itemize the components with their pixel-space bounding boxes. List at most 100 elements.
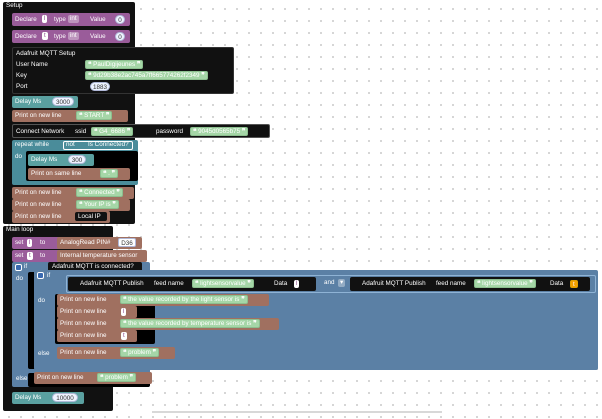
data-variable-t[interactable]: t	[570, 280, 578, 288]
password-string[interactable]: ❝ 9045d0565b75 ❞	[190, 127, 249, 136]
problem-string[interactable]: ❝ problem ❞	[97, 373, 137, 382]
do-label: do	[15, 153, 23, 160]
print-label: Print on new line	[37, 374, 84, 381]
and-dropdown-arrow[interactable]: ▾	[338, 279, 346, 287]
do-label: do	[38, 297, 46, 304]
type-dropdown[interactable]: int	[68, 15, 79, 23]
data-label: Data	[274, 280, 288, 287]
print-problem-block[interactable]: Print on new line ❝ problem ❞	[57, 347, 175, 359]
gear-icon[interactable]	[37, 272, 44, 279]
mqtt-setup-block[interactable]: Adafruit MQTT Setup User Name ❝ PaulDigi…	[12, 47, 234, 94]
password-label: password	[156, 128, 183, 135]
value-label: Value	[90, 33, 106, 40]
connect-network-block[interactable]: Connect Network ssid ❝ G4_6686 ❞ passwor…	[12, 124, 270, 138]
value-label: Value	[90, 16, 106, 23]
local-ip-label: Local IP	[78, 213, 101, 220]
feed-name-label: feed name	[154, 280, 184, 287]
if-label: if	[47, 272, 51, 279]
print-label: Print on new line	[15, 189, 62, 196]
print-start-string[interactable]: ❝ START ❞	[76, 111, 113, 120]
connected-string[interactable]: ❝ Connected ❞	[76, 188, 123, 197]
user-name-label: User Name	[16, 61, 48, 68]
variable-t[interactable]: t	[27, 252, 33, 260]
print-l-block[interactable]: Print on new line l	[57, 306, 137, 318]
key-string[interactable]: ❝ 9d29b38e2ac745a7ff665774262f2349 ❞	[85, 71, 208, 80]
delay-value[interactable]: 300	[68, 155, 86, 164]
port-number[interactable]: 1883	[90, 82, 110, 91]
print-start-block[interactable]: Print on new line ❝ START ❞	[12, 110, 128, 122]
type-label: type	[54, 16, 66, 23]
print-label: Print on same line	[31, 170, 82, 177]
delay-value[interactable]: 10000	[52, 393, 78, 402]
feed-string[interactable]: ❝ lightsensorvalue ❞	[192, 279, 254, 288]
mqtt-publish-block[interactable]: Adafruit MQTT Publish feed name ❝ lights…	[350, 277, 590, 291]
horizontal-scrollbar[interactable]	[152, 411, 442, 413]
internal-temp-label: Internal temperature sensor	[60, 252, 138, 259]
print-ip-block[interactable]: Print on new line ❝ Your IP is ❞	[12, 199, 130, 211]
publish-label: Adafruit MQTT Publish	[362, 280, 426, 287]
variable-l[interactable]: l	[42, 15, 48, 23]
delay-label: Delay Ms	[15, 394, 42, 401]
not-label: not	[66, 141, 75, 148]
internal-temp-block[interactable]: Internal temperature sensor	[57, 250, 147, 262]
pin-dropdown[interactable]: D36	[118, 238, 136, 247]
declare-label: Declare	[15, 33, 37, 40]
light-text-string[interactable]: ❝ the value recorded by the light sensor…	[120, 295, 248, 304]
print-label: Print on new line	[60, 332, 107, 339]
dot-string[interactable]: ❝ . ❞	[100, 169, 119, 178]
if-label: if	[24, 263, 28, 270]
print-t-block[interactable]: Print on new line t	[57, 330, 137, 342]
print-label: Print on new line	[15, 201, 62, 208]
port-label: Port	[16, 83, 28, 90]
print-temp-text-block[interactable]: Print on new line ❝ the value recorded b…	[57, 318, 279, 330]
connect-network-label: Connect Network	[16, 128, 65, 135]
print-connected-block[interactable]: Print on new line ❝ Connected ❞	[12, 187, 134, 199]
problem-string[interactable]: ❝ problem ❞	[120, 348, 160, 357]
do-label: do	[16, 275, 24, 282]
type-dropdown[interactable]: int	[68, 32, 79, 40]
main-loop-label: Main loop	[6, 226, 34, 233]
and-label: and	[324, 279, 335, 286]
analog-read-block[interactable]: AnalogRead PIN# D36	[57, 237, 142, 249]
mqtt-publish-block[interactable]: Adafruit MQTT Publish feed name ❝ lights…	[68, 277, 316, 291]
print-same-line-block[interactable]: Print on same line ❝ . ❞	[28, 168, 130, 180]
variable-l[interactable]: l	[121, 308, 127, 316]
publish-label: Adafruit MQTT Publish	[80, 280, 144, 287]
print-local-ip-block[interactable]: Print on new line Local IP	[12, 211, 110, 223]
variable-l[interactable]: l	[27, 239, 33, 247]
variable-t[interactable]: t	[121, 332, 127, 340]
ssid-string[interactable]: ❝ G4_6686 ❞	[91, 127, 134, 136]
value-number[interactable]: 0	[115, 32, 125, 41]
to-label: to	[40, 239, 46, 246]
type-label: type	[54, 33, 66, 40]
set-label: set	[15, 252, 24, 259]
is-connected-label: Is Connected?	[88, 141, 129, 148]
gear-icon[interactable]	[15, 264, 22, 271]
print-problem-block[interactable]: Print on new line ❝ problem ❞	[34, 372, 152, 384]
declare-block-t[interactable]: Declare t type int Value 0	[12, 30, 130, 43]
to-label: to	[40, 252, 46, 259]
delay-block[interactable]: Delay Ms 300	[28, 154, 94, 166]
repeat-while-label: repeat while	[15, 141, 49, 148]
print-light-text-block[interactable]: Print on new line ❝ the value recorded b…	[57, 294, 269, 306]
variable-t[interactable]: t	[42, 32, 48, 40]
user-name-string[interactable]: ❝ PaulDigijeunes ❞	[85, 60, 144, 69]
set-label: set	[15, 239, 24, 246]
data-variable-l[interactable]: l	[294, 280, 300, 288]
delay-label: Delay Ms	[15, 98, 42, 105]
value-number[interactable]: 0	[115, 15, 125, 24]
temp-text-string[interactable]: ❝ the value recorded by temperature sens…	[120, 319, 260, 328]
feed-string[interactable]: ❝ lightsensorvalue ❞	[474, 279, 536, 288]
ssid-label: ssid	[75, 128, 87, 135]
setup-label: Setup	[6, 2, 23, 9]
your-ip-string[interactable]: ❝ Your IP is ❞	[76, 200, 119, 209]
print-label: Print on new line	[60, 296, 107, 303]
delay-block[interactable]: Delay Ms 3000	[12, 96, 78, 108]
delay-block[interactable]: Delay Ms 10000	[12, 392, 84, 404]
declare-block-l[interactable]: Declare l type int Value 0	[12, 13, 130, 26]
else-label: else	[16, 375, 28, 382]
delay-value[interactable]: 3000	[52, 97, 74, 106]
print-label: Print on new line	[15, 112, 62, 119]
key-label: Key	[16, 72, 27, 79]
declare-label: Declare	[15, 16, 37, 23]
